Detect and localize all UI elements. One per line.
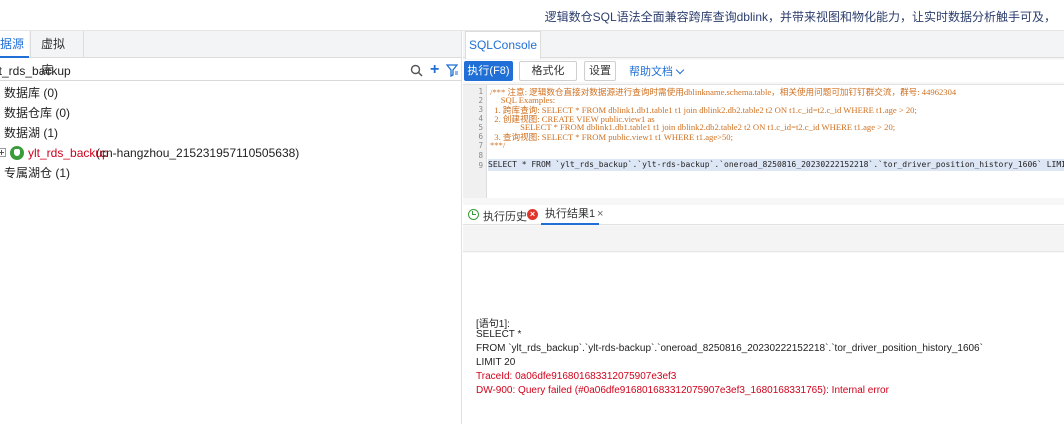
left-tab-bar: 数据源 虚拟库 xyxy=(0,31,461,77)
code-line: /*** 注意: 逻辑数仓直接对数据源进行查询时需使用dblinkname.sc… xyxy=(490,87,957,97)
left-panel: 数据源 虚拟库 + 数据库 (0) 数据仓库 (0) 数据湖 (1) ylt_r… xyxy=(0,31,462,424)
search-icon[interactable] xyxy=(410,64,423,77)
settings-button[interactable]: 设置 xyxy=(584,61,616,81)
help-docs-link[interactable]: 帮助文档 xyxy=(629,63,685,79)
line-number: 8 xyxy=(478,151,483,160)
line-number: 5 xyxy=(478,123,483,132)
tree-item-label: 专属湖仓 (1) xyxy=(4,166,71,180)
tab-history[interactable]: 执行历史 xyxy=(483,208,527,224)
selected-code-line: SELECT * FROM `ylt_rds_backup`.`ylt-rds-… xyxy=(488,159,1064,171)
expand-icon[interactable] xyxy=(0,148,6,157)
tree-item-warehouse[interactable]: 数据仓库 (0) xyxy=(0,103,462,123)
tab-virtual-db[interactable]: 虚拟库 xyxy=(30,31,84,77)
chevron-down-icon xyxy=(675,65,685,75)
result-line: FROM `ylt_rds_backup`.`ylt-rds-backup`.`… xyxy=(476,343,983,354)
line-number: 7 xyxy=(478,141,483,150)
tree-item-lake[interactable]: 数据湖 (1) xyxy=(0,123,462,143)
line-number: 3 xyxy=(478,105,483,114)
run-button[interactable]: 执行(F8) xyxy=(464,61,513,81)
connection-region: (cn-hangzhou_215231957110505638) xyxy=(96,146,300,160)
line-number: 4 xyxy=(478,114,483,123)
line-number: 1 xyxy=(478,87,483,96)
tab-datasource[interactable]: 数据源 xyxy=(0,31,29,58)
tab-result-1[interactable]: 执行结果1 xyxy=(541,205,600,225)
result-line: SELECT * xyxy=(476,329,522,340)
help-docs-label: 帮助文档 xyxy=(629,66,673,78)
datasource-tree: 数据库 (0) 数据仓库 (0) 数据湖 (1) ylt_rds_backup … xyxy=(0,83,462,183)
console-toolbar: 执行(F8) 格式化(F10) 设置 帮助文档 xyxy=(463,60,1064,95)
tree-item-database[interactable]: 数据库 (0) xyxy=(0,83,462,103)
search-row: + xyxy=(0,61,462,81)
announcement-text[interactable]: 逻辑数仓SQL语法全面兼容跨库查询dblink，并带来视图和物化能力，让实时数据… xyxy=(545,8,1056,25)
tree-item-lakehouse[interactable]: 专属湖仓 (1) xyxy=(0,163,462,183)
console-tab-bar: SQLConsole xyxy=(463,31,1064,59)
tree-item-connection[interactable]: ylt_rds_backup (cn-hangzhou_215231957110… xyxy=(0,143,462,163)
result-tab-bar: 执行历史 × 执行结果1 × xyxy=(463,205,1064,225)
right-panel: SQLConsole 执行(F8) 格式化(F10) 设置 帮助文档 1 2 3… xyxy=(463,31,1064,424)
add-icon[interactable]: + xyxy=(430,62,444,78)
tree-item-label: 数据库 (0) xyxy=(4,86,59,100)
result-header-band xyxy=(463,226,1064,252)
error-icon: × xyxy=(527,209,538,220)
line-number-gutter: 1 2 3 4 5 6 7 8 9 xyxy=(463,85,487,198)
result-line: LIMIT 20 xyxy=(476,357,516,368)
tab-sqlconsole[interactable]: SQLConsole xyxy=(465,31,541,59)
error-message: DW-900: Query failed (#0a06dfe9168016833… xyxy=(476,385,889,396)
search-input[interactable] xyxy=(0,61,400,80)
sql-editor[interactable]: 1 2 3 4 5 6 7 8 9 /*** 注意: 逻辑数仓直接对数据源进行查… xyxy=(463,84,1064,198)
code-line: 3. 查询视图: SELECT * FROM public.view1 t1 W… xyxy=(490,132,733,142)
format-button[interactable]: 格式化(F10) xyxy=(519,61,577,95)
line-number: 2 xyxy=(478,96,483,105)
tree-item-label: 数据仓库 (0) xyxy=(4,106,71,120)
line-number: 9 xyxy=(478,161,483,170)
result-output: [语句1]: SELECT * FROM `ylt_rds_backup`.`y… xyxy=(463,253,1064,424)
code-line: ***/ xyxy=(490,140,506,150)
tree-item-label: 数据湖 (1) xyxy=(4,126,59,140)
database-icon xyxy=(10,146,24,160)
close-icon[interactable]: × xyxy=(597,208,603,220)
result-line: [语句1]: xyxy=(476,319,510,330)
filter-icon[interactable] xyxy=(446,64,458,77)
line-number: 6 xyxy=(478,132,483,141)
history-icon xyxy=(468,209,479,220)
trace-id: TraceId: 0a06dfe9168016833120759​07e3ef3 xyxy=(476,371,677,382)
top-banner: 逻辑数仓SQL语法全面兼容跨库查询dblink，并带来视图和物化能力，让实时数据… xyxy=(0,0,1064,31)
